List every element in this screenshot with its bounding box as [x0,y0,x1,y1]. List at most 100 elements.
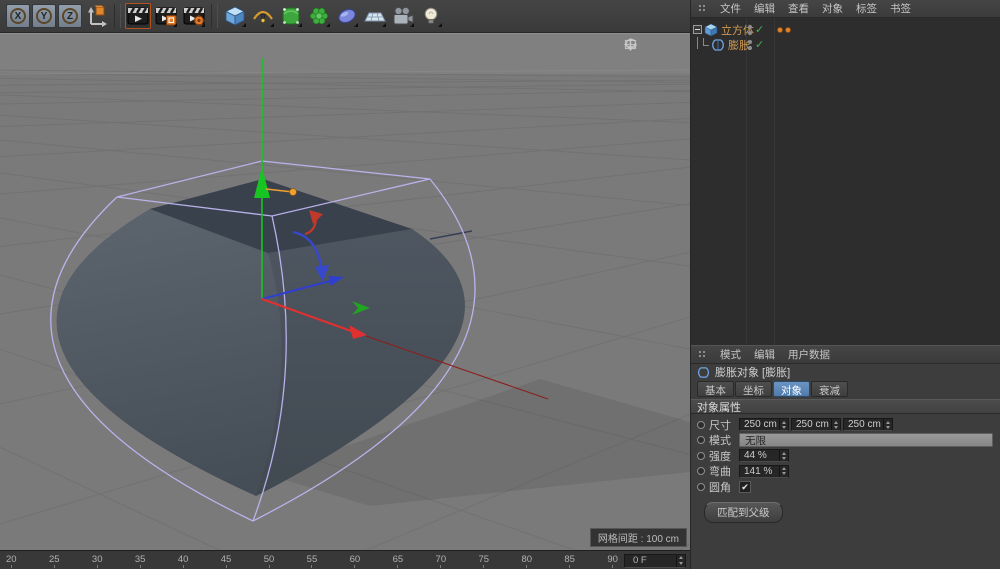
object-row-cube[interactable]: 立方体 ✓ [691,22,1000,37]
timeline-tick[interactable]: 50 [264,554,275,568]
toggle-view-icon[interactable] [672,38,685,51]
timeline-tick[interactable]: 70 [436,554,447,568]
size-x-field[interactable]: 250 cm [739,418,789,431]
dolly-view-icon[interactable] [640,38,653,51]
object-manager-menu-item[interactable]: 对象 [822,1,843,16]
top-toolbar: X Y Z [0,0,690,33]
attribute-title: 膨胀对象 [膨胀] [715,364,790,380]
keyframe-circle[interactable] [697,483,705,491]
light-icon [419,4,443,28]
panel-grip-icon[interactable] [698,4,707,13]
object-manager-menu-item[interactable]: 编辑 [754,1,775,16]
timeline-tick[interactable]: 55 [307,554,318,568]
timeline-tick[interactable]: 75 [478,554,489,568]
render-view-button[interactable] [125,3,151,29]
object-manager-menu-item[interactable]: 查看 [788,1,809,16]
render-view-icon [126,4,150,28]
timeline-tick[interactable]: 35 [135,554,146,568]
curvature-field[interactable]: 141 % [739,465,789,478]
viewport-canvas[interactable] [0,34,690,550]
parameter-handle-dot[interactable] [290,189,297,196]
mode-dropdown[interactable]: 无限 [739,433,993,447]
panel-grip-icon[interactable] [698,350,707,359]
strength-label: 强度 [709,448,739,464]
render-settings-button[interactable] [181,3,207,29]
timeline-ruler[interactable]: 20 25 30 35 40 45 50 55 60 65 70 75 80 85 90 [6,554,618,568]
subdivision-surface-button[interactable] [278,3,304,29]
object-row-bulge[interactable]: 膨胀 ✓ [691,37,1000,52]
current-frame-field[interactable]: 0 F [624,554,686,568]
column-separator [774,18,775,345]
camera-button[interactable] [390,3,416,29]
tab-object[interactable]: 对象 [773,381,810,397]
object-properties-header[interactable]: 对象属性 [691,399,1000,414]
attribute-manager-menu-item[interactable]: 模式 [720,347,741,362]
current-frame-value: 0 F [633,555,647,566]
spline-pen-button[interactable] [250,3,276,29]
attribute-manager-menu-item[interactable]: 编辑 [754,347,775,362]
fit-to-parent-button[interactable]: 匹配到父级 [704,502,783,523]
timeline-tick[interactable]: 30 [92,554,103,568]
object-tree[interactable]: 立方体 ✓ 膨胀 [691,18,1000,345]
fillet-label: 圆角 [709,479,739,495]
frame-spinner[interactable] [676,555,685,567]
object-manager-menu-item[interactable]: 文件 [720,1,741,16]
viewport[interactable]: 网格间距 : 100 cm [0,33,690,550]
render-settings-icon [182,4,206,28]
tag-icon[interactable] [785,27,791,33]
floor-button[interactable] [362,3,388,29]
lock-x-axis-button[interactable]: X [6,4,30,28]
timeline-tick[interactable]: 25 [49,554,60,568]
timeline-bar[interactable]: 20 25 30 35 40 45 50 55 60 65 70 75 80 85 90 0 F [0,550,690,569]
enable-toggle-icon[interactable]: ✓ [755,40,764,50]
timeline-tick[interactable]: 90 [607,554,618,568]
size-z-field[interactable]: 250 cm [843,418,893,431]
keyframe-circle[interactable] [697,452,705,460]
keyframe-circle[interactable] [697,467,705,475]
lock-z-axis-button[interactable]: Z [58,4,82,28]
attribute-manager-menubar: 模式编辑用户数据 [691,346,1000,364]
visibility-dots[interactable] [748,25,752,35]
visibility-dots[interactable] [748,40,752,50]
timeline-tick[interactable]: 85 [564,554,575,568]
spinner-icon[interactable] [831,419,840,430]
render-region-button[interactable] [153,3,179,29]
timeline-tick[interactable]: 60 [350,554,361,568]
spinner-icon[interactable] [779,450,788,461]
enable-toggle-icon[interactable]: ✓ [755,25,764,35]
strength-field[interactable]: 44 % [739,449,789,462]
phong-tag-icon[interactable] [777,27,783,33]
cube-icon [223,4,247,28]
sky-band [0,34,690,74]
fillet-checkbox[interactable]: ✔ [739,481,751,493]
object-manager-menu-item[interactable]: 书签 [890,1,911,16]
attribute-manager-menu-item[interactable]: 用户数据 [788,347,830,362]
timeline-tick[interactable]: 40 [178,554,189,568]
tab-basic[interactable]: 基本 [697,381,734,397]
timeline-tick[interactable]: 65 [393,554,404,568]
object-manager-menu-item[interactable]: 标签 [856,1,877,16]
timeline-tick[interactable]: 20 [6,554,17,568]
spinner-icon[interactable] [779,466,788,477]
timeline-tick[interactable]: 45 [221,554,232,568]
coordinate-system-button[interactable] [84,3,110,29]
coordinate-system-icon [85,4,109,28]
object-properties-rows: 尺寸 250 cm 250 cm 250 cm 模式 无限 强度 44 % [691,414,1000,523]
keyframe-circle[interactable] [697,436,705,444]
attribute-tabs: 基本 坐标 对象 衰减 [691,380,1000,397]
tab-falloff[interactable]: 衰减 [811,381,848,397]
size-y-field[interactable]: 250 cm [791,418,841,431]
tab-coordinates[interactable]: 坐标 [735,381,772,397]
keyframe-circle[interactable] [697,421,705,429]
timeline-tick[interactable]: 80 [521,554,532,568]
lock-y-axis-button[interactable]: Y [32,4,56,28]
spinner-icon[interactable] [883,419,892,430]
add-cube-button[interactable] [222,3,248,29]
grid-spacing-label: 网格间距 : 100 cm [590,528,687,547]
deformer-button[interactable] [306,3,332,29]
spinner-icon[interactable] [779,419,788,430]
light-button[interactable] [418,3,444,29]
rotate-view-icon[interactable] [656,38,669,51]
expand-collapse-icon[interactable] [693,25,702,34]
environment-button[interactable] [334,3,360,29]
